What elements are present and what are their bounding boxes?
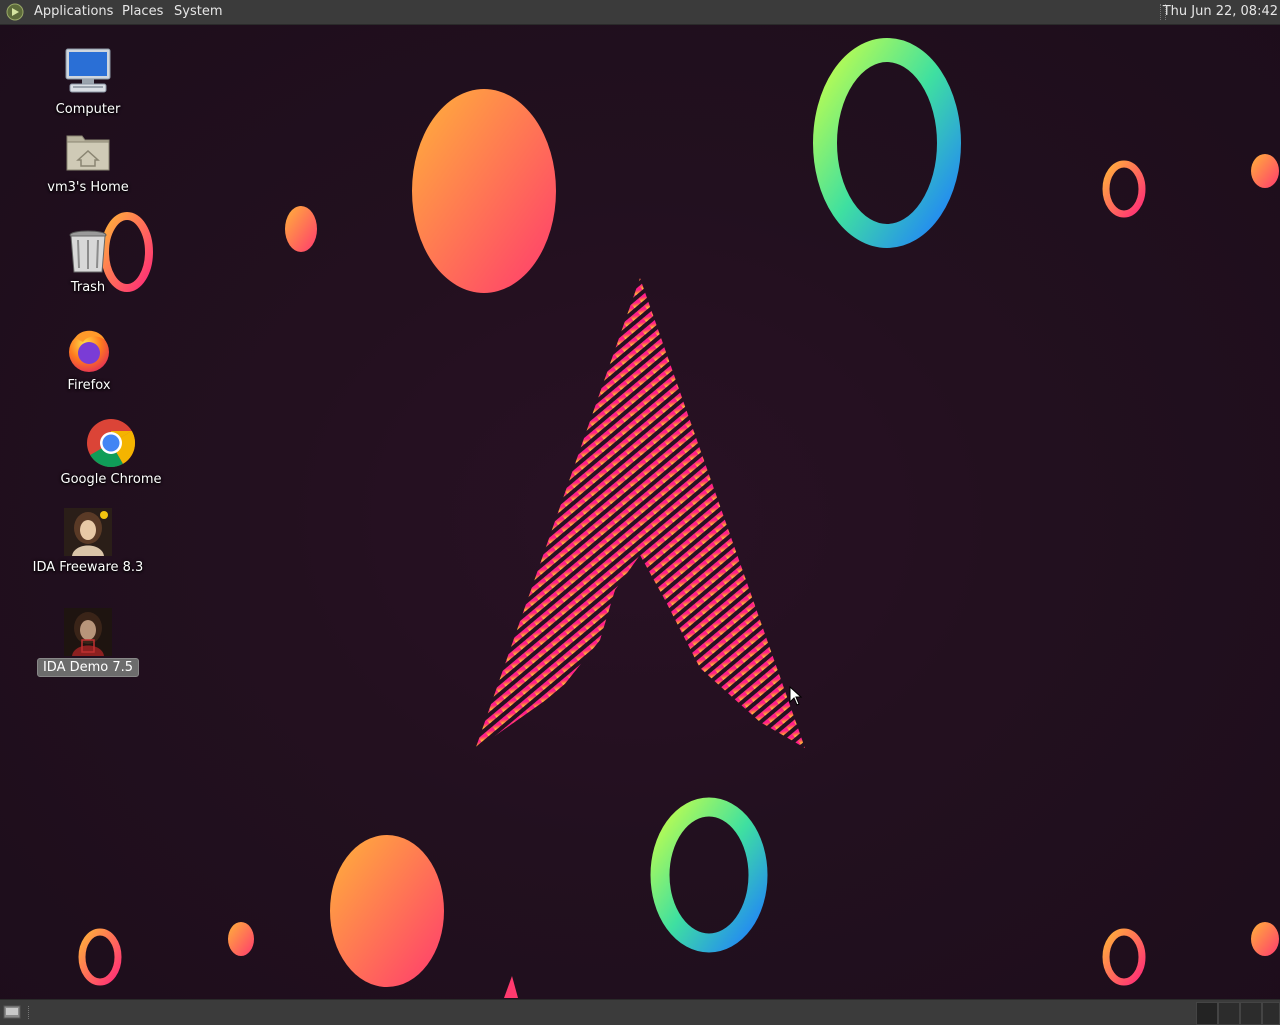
- ida-demo-icon: [64, 608, 112, 656]
- top-panel: Applications Places System Thu Jun 22, 0…: [0, 0, 1280, 25]
- workspace-3-button[interactable]: [1240, 1002, 1262, 1025]
- desktop-icon-ida-freeware[interactable]: IDA Freeware 8.3: [18, 508, 158, 576]
- applications-menu-icon[interactable]: [6, 3, 24, 21]
- bottom-panel: [0, 999, 1280, 1025]
- desktop-icon-label: vm3's Home: [47, 180, 129, 195]
- wallpaper: [78, 38, 1279, 998]
- panel-handle[interactable]: [28, 1006, 32, 1019]
- desktop-icon-trash[interactable]: Trash: [18, 228, 158, 296]
- desktop[interactable]: Computer vm3's Home Trash Firefox Google…: [0, 0, 1280, 1024]
- desktop-icon-label: IDA Freeware 8.3: [32, 560, 144, 575]
- mouse-cursor-icon: [789, 686, 803, 706]
- desktop-icon-home[interactable]: vm3's Home: [18, 128, 158, 196]
- applications-menu[interactable]: Applications: [34, 0, 113, 24]
- ida-freeware-icon: [64, 508, 112, 556]
- workspace-4-button[interactable]: [1262, 1002, 1280, 1025]
- clock[interactable]: Thu Jun 22, 08:42: [1163, 0, 1278, 24]
- workspace-1-button[interactable]: [1196, 1002, 1218, 1025]
- desktop-icon-label: Firefox: [67, 378, 111, 393]
- desktop-icon-label: IDA Demo 7.5: [36, 658, 140, 677]
- places-menu[interactable]: Places: [122, 0, 163, 24]
- system-menu[interactable]: System: [174, 0, 222, 24]
- desktop-icon-firefox[interactable]: Firefox: [19, 326, 159, 394]
- desktop-icon-label: Computer: [55, 102, 121, 117]
- desktop-icon-label: Trash: [70, 280, 106, 295]
- desktop-icon-ida-demo[interactable]: IDA Demo 7.5: [18, 608, 158, 677]
- firefox-icon: [69, 330, 109, 372]
- workspace-2-button[interactable]: [1218, 1002, 1240, 1025]
- desktop-icon-label: Google Chrome: [60, 472, 162, 487]
- desktop-icon-computer[interactable]: Computer: [18, 46, 158, 118]
- computer-icon: [65, 48, 111, 93]
- trash-icon: [69, 230, 107, 273]
- chrome-icon: [87, 419, 136, 468]
- desktop-icon-chrome[interactable]: Google Chrome: [41, 418, 181, 488]
- show-desktop-icon[interactable]: [3, 1005, 21, 1019]
- home-folder-icon: [66, 135, 110, 171]
